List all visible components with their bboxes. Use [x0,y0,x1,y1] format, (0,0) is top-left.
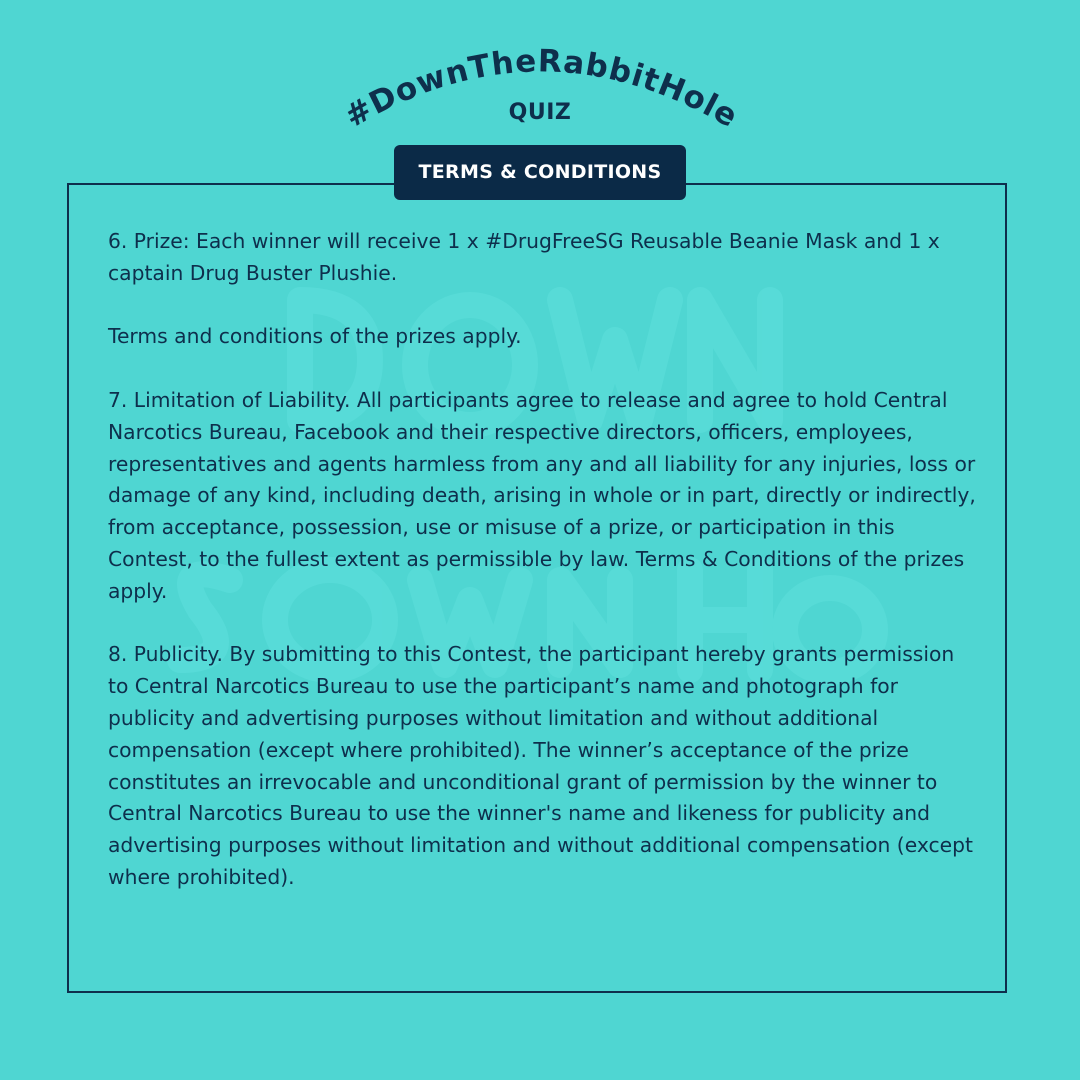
terms-content: 6. Prize: Each winner will receive 1 x #… [108,226,978,894]
paragraph-publicity: 8. Publicity. By submitting to this Cont… [108,642,973,889]
paragraph-prize-terms: Terms and conditions of the prizes apply… [108,324,522,349]
paragraph-prize: 6. Prize: Each winner will receive 1 x #… [108,229,940,285]
paragraph-liability: 7. Limitation of Liability. All particip… [108,387,976,603]
quiz-subtitle: QUIZ [508,100,572,125]
terms-conditions-tab: TERMS & CONDITIONS [394,145,686,200]
